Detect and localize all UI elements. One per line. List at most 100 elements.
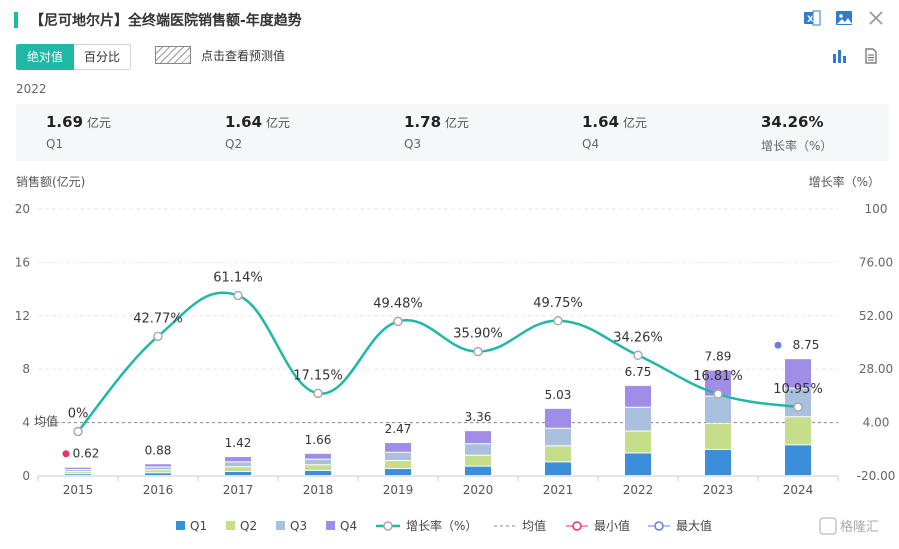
bar-q3 — [305, 459, 331, 465]
bar-q4 — [785, 359, 811, 388]
bar-q3 — [625, 407, 651, 431]
y-tick-right: 4.00 — [863, 416, 890, 430]
bar-q4 — [705, 370, 731, 396]
bar-q3 — [225, 462, 251, 467]
bar-q2 — [65, 472, 91, 474]
bar-q2 — [305, 465, 331, 470]
legend-swatch-q2 — [226, 521, 235, 530]
bar-q4 — [465, 431, 491, 444]
legend-label: Q3 — [290, 519, 307, 533]
growth-value-label: 49.75% — [533, 296, 583, 311]
legend-label: Q1 — [190, 519, 207, 533]
y-tick-left: 8 — [22, 362, 30, 376]
summary-item-growth: 34.26% 增长率（%） — [761, 112, 832, 154]
x-tick-label: 2024 — [783, 483, 814, 497]
total-value-label: 0.62 — [73, 447, 100, 461]
x-tick-label: 2017 — [223, 483, 254, 497]
title-bar: 【尼可地尔片】全终端医院销售额-年度趋势 X — [14, 9, 885, 31]
bar-q3 — [465, 444, 491, 455]
total-value-label: 0.88 — [145, 443, 172, 457]
y-tick-right: 28.00 — [859, 362, 893, 376]
growth-point — [713, 389, 723, 399]
min-marker — [62, 450, 70, 458]
summary-value: 1.64 — [225, 113, 263, 131]
growth-value-label: 42.77% — [133, 311, 183, 326]
growth-value-label: 17.15% — [293, 368, 343, 383]
legend-label: Q2 — [240, 519, 257, 533]
absolute-value-tab[interactable]: 绝对值 — [16, 44, 75, 70]
growth-value-label: 34.26% — [613, 330, 663, 345]
y-tick-right: 52.00 — [859, 309, 893, 323]
summary-label: 增长率（%） — [761, 139, 833, 153]
growth-value-label: 10.95% — [773, 382, 823, 397]
y-tick-left: 20 — [15, 202, 30, 216]
left-axis-title: 销售额(亿元) — [16, 174, 85, 189]
bar-q2 — [625, 431, 651, 453]
close-icon[interactable] — [867, 9, 885, 27]
total-value-label: 2.47 — [385, 422, 412, 436]
average-label: 均值 — [34, 414, 58, 429]
x-tick-label: 2020 — [463, 483, 494, 497]
growth-point — [313, 388, 323, 399]
bar-q2 — [465, 455, 491, 466]
title-actions: X — [803, 9, 885, 27]
total-value-label: 3.36 — [465, 410, 492, 424]
bar-q2 — [385, 461, 411, 469]
summary-item-q4: 1.64 亿元 Q4 — [582, 112, 647, 151]
legend-label: Q4 — [340, 519, 357, 533]
legend-growth-point — [383, 521, 393, 531]
forecast-toggle[interactable]: 点击查看预测值 — [155, 46, 285, 64]
total-value-label: 8.75 — [793, 338, 820, 352]
summary-unit: 亿元 — [266, 116, 291, 130]
bar-chart-view-icon[interactable] — [831, 48, 849, 66]
bar-q2 — [225, 467, 251, 471]
bar-q3 — [145, 467, 171, 470]
summary-item-q3: 1.78 亿元 Q3 — [404, 112, 469, 151]
forecast-hatch-swatch — [155, 46, 191, 64]
bar-q1 — [465, 466, 491, 475]
bar-q4 — [65, 467, 91, 469]
percentage-tab[interactable]: 百分比 — [74, 44, 132, 70]
title-accent-bar — [14, 12, 18, 28]
watermark-logo-icon — [819, 517, 837, 535]
bar-q2 — [145, 470, 171, 473]
bar-q4 — [625, 385, 651, 407]
total-value-label: 1.66 — [305, 433, 332, 447]
bar-q3 — [545, 428, 571, 446]
summary-value: 1.69 — [46, 113, 84, 131]
excel-export-icon[interactable]: X — [803, 9, 821, 27]
summary-label: Q3 — [404, 137, 422, 151]
bar-q3 — [65, 469, 91, 472]
summary-panel: 1.69 亿元 Q1 1.64 亿元 Q2 1.78 亿元 Q3 1.64 亿元 Q4 … — [16, 104, 889, 161]
growth-value-label: 61.14% — [213, 270, 263, 285]
bar-q4 — [385, 443, 411, 452]
legend-label: 最小值 — [594, 518, 630, 533]
growth-value-label: 35.90% — [453, 327, 503, 342]
bar-q4 — [145, 464, 171, 467]
bar-q3 — [705, 396, 731, 423]
max-marker — [774, 341, 782, 349]
forecast-label: 点击查看预测值 — [201, 48, 286, 63]
table-view-icon[interactable] — [863, 48, 881, 66]
bar-q1 — [625, 453, 651, 475]
legend-swatch-q3 — [276, 521, 285, 530]
watermark-text: 格隆汇 — [840, 519, 879, 535]
summary-year: 2022 — [16, 82, 47, 96]
y-tick-left: 4 — [22, 416, 30, 430]
growth-value-label: 49.48% — [373, 296, 423, 311]
legend-label: 最大值 — [676, 518, 712, 533]
total-value-label: 6.75 — [625, 365, 652, 379]
y-tick-right: 76.00 — [859, 255, 893, 269]
view-switcher — [831, 48, 881, 66]
total-value-label: 5.03 — [545, 388, 572, 402]
summary-unit: 亿元 — [623, 116, 648, 130]
y-tick-left: 12 — [15, 309, 30, 323]
y-tick-right: -20.00 — [857, 469, 896, 483]
summary-label: Q2 — [225, 137, 243, 151]
legend-min-point — [572, 521, 582, 531]
image-export-icon[interactable] — [835, 9, 853, 27]
bar-q1 — [305, 470, 331, 475]
bar-q4 — [225, 457, 251, 462]
bar-q1 — [65, 474, 91, 475]
x-tick-label: 2023 — [703, 483, 734, 497]
